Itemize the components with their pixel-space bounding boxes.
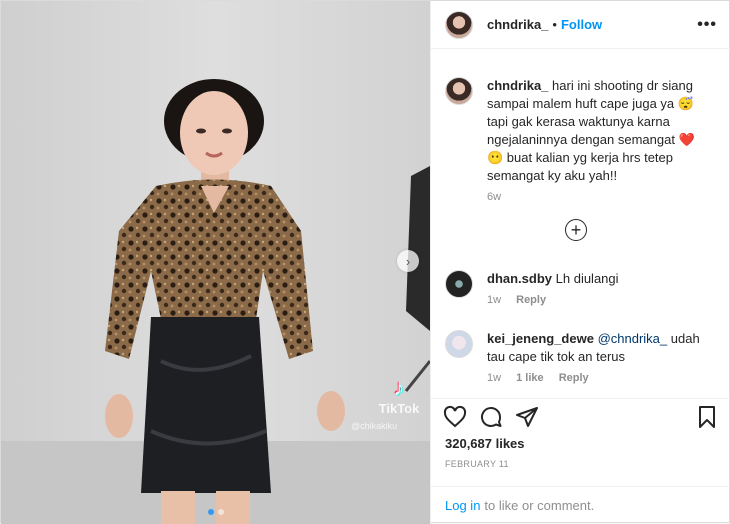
paper-plane-icon[interactable] (515, 405, 539, 429)
action-icons (431, 399, 730, 435)
post-sidebar: chndrika_ • Follow ••• chndrika_ hari in… (430, 1, 730, 524)
carousel-dot-2 (217, 509, 224, 515)
caption-time[interactable]: 6w (487, 191, 501, 203)
instagram-post: ♪ TikTok @chikakiku › chndrika_ • Follow… (0, 0, 730, 524)
caption-text: hari ini shooting dr siang sampai malem … (487, 78, 695, 183)
reply-button[interactable]: Reply (559, 372, 589, 384)
login-prompt: Log in to like or comment. (431, 486, 730, 524)
tiktok-handle: @chikakiku (351, 421, 398, 431)
comment-icon[interactable] (479, 405, 503, 429)
more-options-icon[interactable]: ••• (697, 16, 717, 34)
comment-text-block: kei_jeneng_dewe @chndrika_ udah tau cape… (487, 330, 705, 366)
comments-section[interactable]: chndrika_ hari ini shooting dr siang sam… (431, 50, 730, 398)
bookmark-icon[interactable] (695, 405, 719, 429)
comment-time[interactable]: 1w (487, 294, 501, 306)
comment-meta: 1w Reply (487, 294, 705, 306)
commenter-avatar[interactable] (445, 270, 473, 298)
follow-button[interactable]: Follow (561, 17, 602, 32)
heart-icon[interactable] (443, 405, 467, 429)
like-count[interactable]: 320,687 likes (445, 436, 525, 451)
comment-mention[interactable]: @chndrika_ (598, 331, 668, 346)
author-username[interactable]: chndrika_ (487, 17, 548, 32)
tiktok-watermark: ♪ TikTok (369, 375, 429, 416)
author-avatar[interactable] (445, 10, 473, 39)
comment-item: kei_jeneng_dewe @chndrika_ udah tau cape… (445, 330, 725, 384)
reply-button[interactable]: Reply (516, 294, 546, 306)
comment-text: Lh diulangi (555, 271, 619, 286)
tiktok-brand-label: TikTok (378, 401, 420, 416)
login-link[interactable]: Log in (445, 498, 480, 513)
load-more-comments-icon[interactable]: + (565, 219, 587, 241)
comment-time[interactable]: 1w (487, 372, 501, 384)
comment-text-block: dhan.sdby Lh diulangi (487, 270, 705, 288)
comment-meta: 1w 1 like Reply (487, 372, 705, 384)
header-separator: • (552, 17, 557, 32)
tiktok-note-icon: ♪ (393, 375, 405, 400)
video-frame-image (1, 1, 430, 524)
post-caption: chndrika_ hari ini shooting dr siang sam… (445, 77, 725, 203)
comment-username[interactable]: kei_jeneng_dewe (487, 331, 594, 346)
carousel-indicator (1, 509, 430, 515)
post-date[interactable]: FEBRUARY 11 (445, 459, 509, 469)
post-actions: 320,687 likes FEBRUARY 11 (431, 398, 730, 469)
comment-item: dhan.sdby Lh diulangi 1w Reply (445, 270, 725, 306)
comment-username[interactable]: dhan.sdby (487, 271, 552, 286)
caption-meta: 6w (487, 191, 705, 203)
caption-username[interactable]: chndrika_ (487, 78, 548, 93)
comment-like-count[interactable]: 1 like (516, 372, 544, 384)
carousel-dot-1 (207, 509, 214, 515)
login-prompt-text: to like or comment. (484, 498, 595, 513)
post-media[interactable]: ♪ TikTok @chikakiku › (1, 1, 430, 524)
caption-avatar[interactable] (445, 77, 473, 105)
commenter-avatar[interactable] (445, 330, 473, 358)
post-header: chndrika_ • Follow ••• (431, 1, 730, 49)
next-slide-button[interactable]: › (397, 250, 419, 272)
caption-text-block: chndrika_ hari ini shooting dr siang sam… (487, 77, 705, 185)
